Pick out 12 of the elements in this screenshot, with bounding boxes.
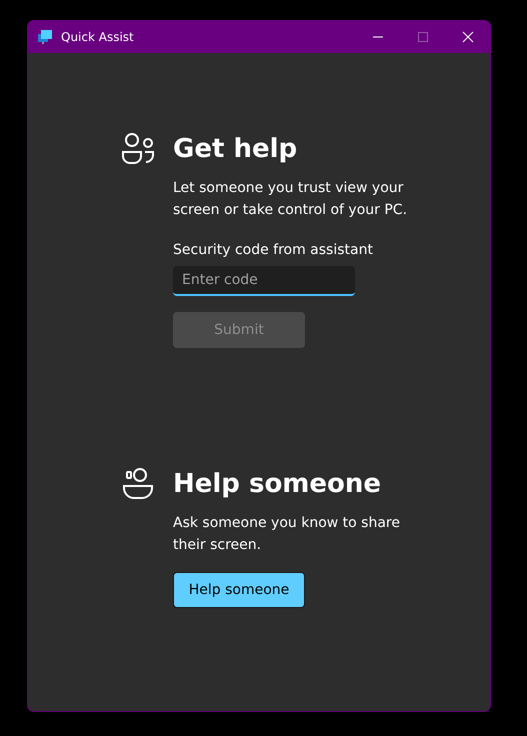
section-heading: Get help (173, 133, 298, 166)
code-input-field[interactable]: Enter code (173, 266, 355, 296)
section-description: Let someone you trust view your screen or take control of your PC. (173, 179, 408, 220)
window-title: Quick Assist (61, 30, 134, 44)
close-icon[interactable] (462, 31, 474, 43)
help-someone-button[interactable]: Help someone (173, 572, 305, 608)
people-icon (120, 131, 156, 167)
monitor-icon (37, 29, 53, 45)
section-description: Ask someone you know to share their screen. (173, 514, 401, 555)
section-heading: Help someone (173, 468, 382, 501)
person-camera-icon (120, 466, 156, 502)
field-label: Security code from assistant (173, 242, 373, 258)
